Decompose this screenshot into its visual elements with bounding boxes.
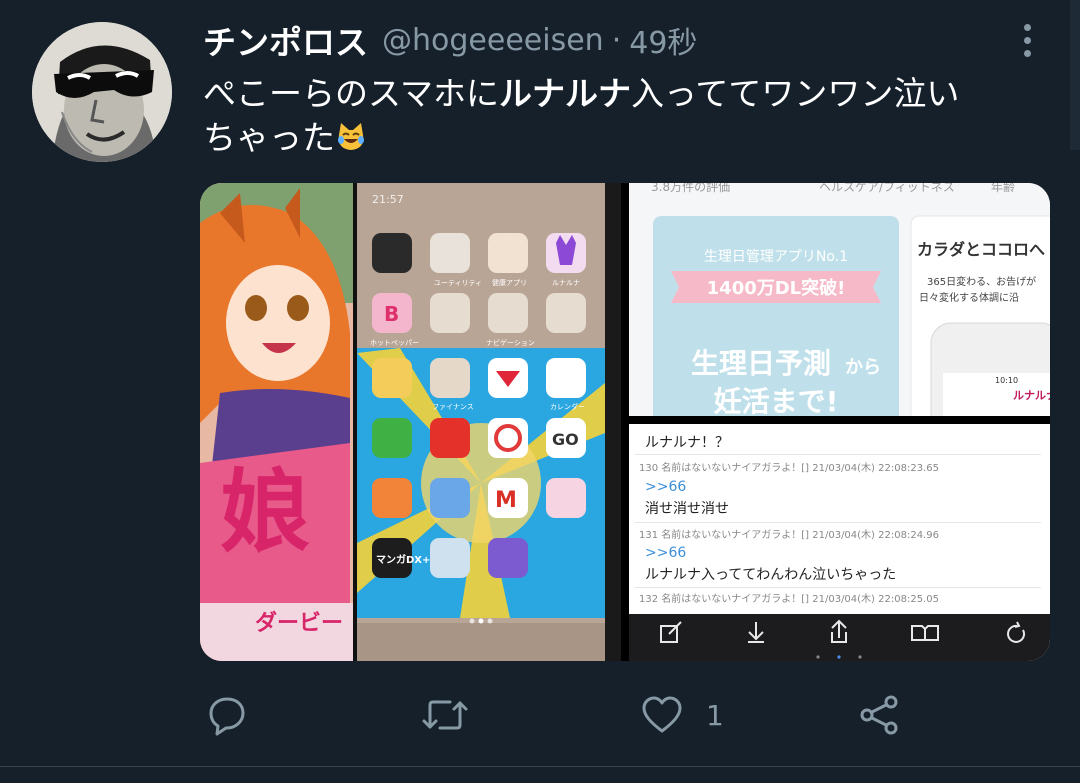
book-icon bbox=[911, 625, 939, 641]
avatar-sunglasses-face-image bbox=[32, 22, 172, 162]
svg-text:ファイナンス: ファイナンス bbox=[432, 403, 474, 411]
svg-text:生理日予測: 生理日予測 bbox=[691, 347, 831, 380]
app-store-listing-image: 3.8万件の評価 ヘルスケア/フィットネス 年齢 生理日管理アプリNo.1 14… bbox=[629, 183, 1050, 416]
media-image-top-right[interactable]: 3.8万件の評価 ヘルスケア/フィットネス 年齢 生理日管理アプリNo.1 14… bbox=[629, 183, 1050, 416]
tweet-action-bar: 1 bbox=[0, 684, 1080, 746]
svg-text:日々変化する体調に沿: 日々変化する体調に沿 bbox=[919, 291, 1019, 304]
tweet-text-bold: ルナルナ bbox=[499, 74, 632, 113]
reply-icon bbox=[209, 697, 245, 736]
svg-text:ユーティリティ: ユーティリティ bbox=[434, 279, 482, 287]
tweet-timestamp[interactable]: 49秒 bbox=[629, 18, 697, 62]
svg-text:1400万DL突破!: 1400万DL突破! bbox=[707, 277, 846, 299]
retweet-icon bbox=[422, 700, 468, 730]
post-meta: 131 名前はないないナイアガラよ！[] 21/03/04(木) 22:08:2… bbox=[639, 530, 939, 541]
download-icon bbox=[748, 622, 764, 643]
svg-text:カレンダー: カレンダー bbox=[550, 402, 585, 411]
share-icon bbox=[831, 619, 847, 643]
share-icon bbox=[860, 695, 898, 735]
svg-text:健康アプリ: 健康アプリ bbox=[492, 278, 527, 287]
retweet-button[interactable] bbox=[420, 684, 470, 746]
svg-text:M: M bbox=[495, 488, 517, 513]
user-handle[interactable]: @hogeeeeisen bbox=[382, 23, 604, 58]
avatar[interactable] bbox=[32, 22, 172, 162]
svg-text:21:57: 21:57 bbox=[372, 193, 404, 206]
post-meta: 132 名前はないないナイアガラよ！[] 21/03/04(木) 22:08:2… bbox=[639, 594, 939, 605]
post-body: ルナルナ入っててわんわん泣いちゃった bbox=[645, 567, 897, 583]
reply-button[interactable] bbox=[205, 684, 249, 746]
svg-text:ナビゲーション: ナビゲーション bbox=[486, 338, 535, 347]
post-reply-link[interactable]: >>66 bbox=[645, 545, 686, 561]
svg-text:ルナルナ: ルナルナ bbox=[552, 279, 580, 287]
post-body: 消せ消せ消せ bbox=[645, 501, 729, 517]
svg-text:3.8万件の評価: 3.8万件の評価 bbox=[651, 183, 730, 194]
svg-text:10:10: 10:10 bbox=[995, 376, 1018, 385]
svg-text:B: B bbox=[384, 302, 399, 326]
refresh-icon bbox=[1007, 621, 1026, 643]
tweet-text-suffix: 入っててワンワン泣い bbox=[631, 74, 960, 113]
media-image-bottom-right[interactable]: ルナルナ！？ 130 名前はないないナイアガラよ！[] 21/03/04(木) … bbox=[629, 424, 1050, 661]
tweet-header: チンポロス @hogeeeeisen · 49秒 bbox=[203, 16, 697, 64]
separator-dot: · bbox=[611, 22, 622, 58]
phone-homescreen-image: 娘 ダービー 21:57 ユーティリティ 健康アプリ ルナルナ B ホットペッパ… bbox=[200, 183, 621, 661]
post-reply-link[interactable]: >>66 bbox=[645, 479, 686, 495]
tweet-text: ぺこーらのスマホにルナルナ入っててワンワン泣い ちゃった bbox=[203, 72, 1003, 164]
svg-text:妊活まで!: 妊活まで! bbox=[714, 385, 839, 416]
svg-text:カラダとココロへ: カラダとココロへ bbox=[917, 240, 1045, 259]
heart-icon bbox=[642, 696, 682, 733]
browser-toolbar bbox=[629, 614, 1050, 661]
post-meta: 130 名前はないないナイアガラよ！[] 21/03/04(木) 22:08:2… bbox=[639, 463, 939, 474]
svg-text:マンガDX+: マンガDX+ bbox=[376, 553, 430, 566]
post-body: ルナルナ！？ bbox=[645, 435, 729, 451]
svg-text:ホットペッパー: ホットペッパー bbox=[370, 339, 419, 347]
media-image-left[interactable]: 娘 ダービー 21:57 ユーティリティ 健康アプリ ルナルナ B ホットペッパ… bbox=[200, 183, 621, 661]
svg-text:生理日管理アプリNo.1: 生理日管理アプリNo.1 bbox=[704, 249, 848, 265]
tweet-text-line2: ちゃった bbox=[203, 118, 335, 157]
svg-text:から: から bbox=[845, 357, 881, 378]
more-options-icon[interactable] bbox=[1012, 18, 1042, 62]
like-count: 1 bbox=[706, 698, 724, 732]
media-grid: 娘 ダービー 21:57 ユーティリティ 健康アプリ ルナルナ B ホットペッパ… bbox=[200, 183, 1050, 661]
svg-text:娘: 娘 bbox=[220, 460, 310, 565]
joy-cat-icon bbox=[335, 120, 367, 164]
svg-text:365日変わる、お告げが: 365日変わる、お告げが bbox=[927, 275, 1036, 288]
scrollbar[interactable] bbox=[1070, 0, 1080, 150]
share-button[interactable] bbox=[858, 684, 902, 746]
tweet-text-prefix: ぺこーらのスマホに bbox=[203, 74, 500, 113]
svg-text:ダービー: ダービー bbox=[255, 610, 343, 636]
svg-text:GO: GO bbox=[552, 430, 579, 449]
like-button[interactable]: 1 bbox=[640, 684, 724, 746]
svg-text:年齢: 年齢 bbox=[991, 183, 1015, 194]
tweet-divider bbox=[0, 766, 1080, 767]
svg-text:ルナルナ: ルナルナ bbox=[1013, 389, 1050, 402]
display-name[interactable]: チンポロス bbox=[203, 16, 368, 64]
svg-text:ヘルスケア/フィットネス: ヘルスケア/フィットネス bbox=[819, 183, 955, 194]
